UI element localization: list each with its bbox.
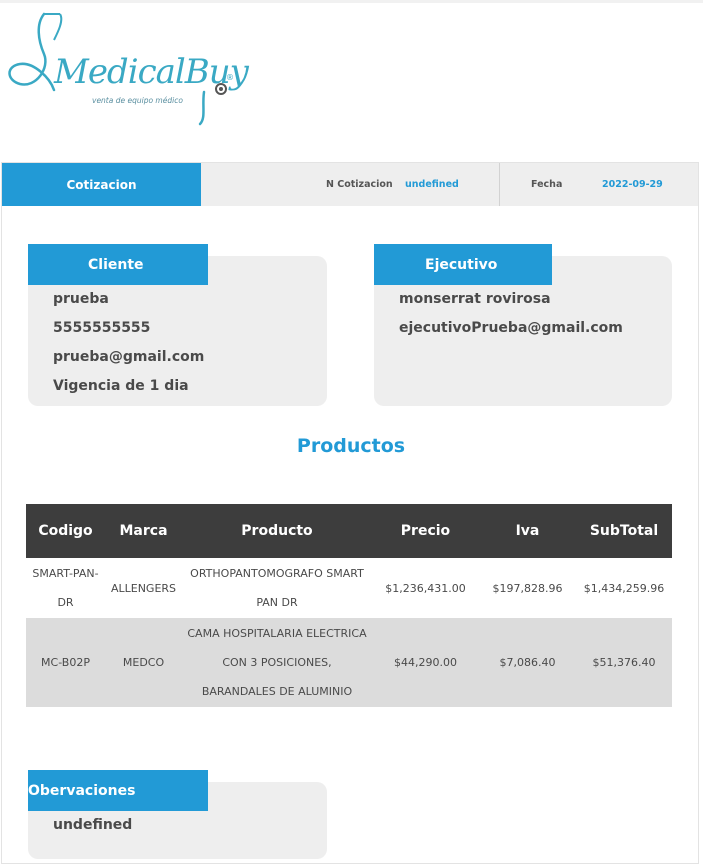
column-header-subtotal: SubTotal <box>589 523 659 539</box>
client-phone: 5555555555 <box>53 320 151 336</box>
cell-producto: CAMA HOSPITALARIA ELECTRICA CON 3 POSICI… <box>187 627 367 698</box>
observations-card-title: Obervaciones <box>28 770 208 811</box>
client-validity: Vigencia de 1 dia <box>53 378 189 394</box>
date-value: 2022-09-29 <box>602 179 663 190</box>
column-header-producto: Producto <box>241 523 313 539</box>
column-header-iva: Iva <box>515 523 540 539</box>
quote-header-bar: Cotizacion N Cotizacion undefined Fecha … <box>2 163 698 206</box>
cell-codigo: SMART-PAN-DR <box>32 567 99 609</box>
quote-tab: Cotizacion <box>2 163 201 206</box>
cell-precio: $1,236,431.00 <box>385 581 466 595</box>
quote-number-label: N Cotizacion <box>326 179 393 190</box>
client-email: prueba@gmail.com <box>53 349 205 365</box>
cell-codigo: MC-B02P <box>41 656 90 669</box>
top-divider <box>0 0 703 3</box>
executive-email: ejecutivoPrueba@gmail.com <box>399 320 623 336</box>
medicalbuy-logo: MedicalBuy ® venta de equipo médico <box>6 10 249 128</box>
cell-subtotal: $1,434,259.96 <box>583 581 665 595</box>
observations-value: undefined <box>53 817 133 833</box>
header-divider <box>499 163 500 206</box>
date-label: Fecha <box>531 179 563 190</box>
cell-iva: $197,828.96 <box>492 581 563 595</box>
quote-number-value: undefined <box>405 179 459 190</box>
cell-subtotal: $51,376.40 <box>592 656 656 669</box>
cell-marca: MEDCO <box>122 656 165 669</box>
client-card-title: Cliente <box>28 244 208 285</box>
products-title: Productos <box>296 435 406 457</box>
column-header-codigo: Codigo <box>38 523 93 539</box>
logo-registered-mark: ® <box>226 73 234 82</box>
executive-card-title: Ejecutivo <box>374 244 552 285</box>
cell-producto: ORTHOPANTOMOGRAFO SMART PAN DR <box>190 567 364 609</box>
table-row: SMART-PAN-DR ALLENGERS ORTHOPANTOMOGRAFO… <box>26 558 672 618</box>
logo-brand-text: MedicalBuy <box>54 52 249 92</box>
logo-tagline: venta de equipo médico <box>92 96 183 105</box>
products-table: Codigo Marca Producto Precio Iva SubTota… <box>26 504 672 707</box>
products-table-header: Codigo Marca Producto Precio Iva SubTota… <box>26 504 672 558</box>
executive-name: monserrat rovirosa <box>399 291 551 307</box>
column-header-marca: Marca <box>119 523 168 539</box>
client-name: prueba <box>53 291 109 307</box>
column-header-precio: Precio <box>400 523 451 539</box>
table-row: MC-B02P MEDCO CAMA HOSPITALARIA ELECTRIC… <box>26 618 672 707</box>
cell-precio: $44,290.00 <box>394 656 457 669</box>
cell-iva: $7,086.40 <box>499 656 556 669</box>
cell-marca: ALLENGERS <box>110 581 177 595</box>
